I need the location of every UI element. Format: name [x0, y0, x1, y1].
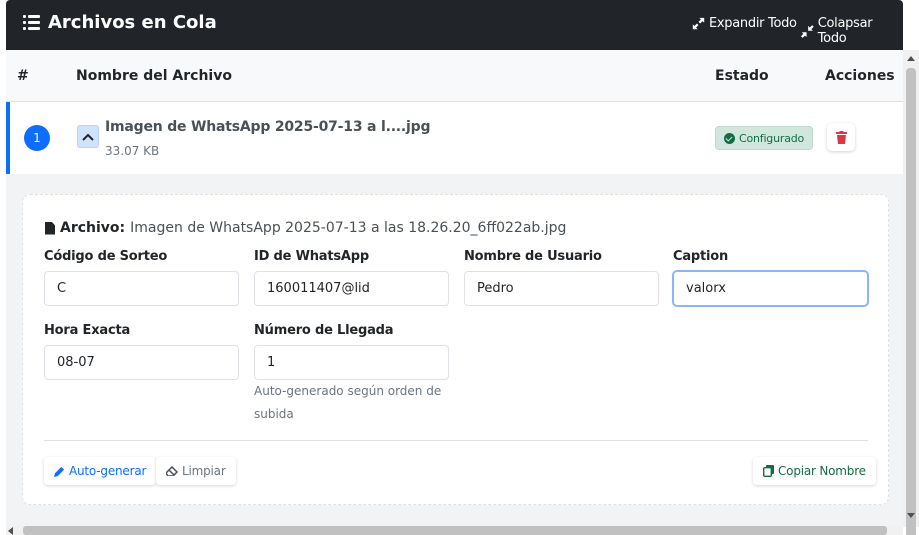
collapse-all-button[interactable]: Colapsar Todo: [801, 16, 903, 46]
horizontal-scrollbar[interactable]: [6, 526, 903, 535]
file-name: Imagen de WhatsApp 2025-07-13 a l....jpg: [105, 119, 431, 135]
row-number-badge: 1: [24, 125, 50, 151]
hora-exacta-label: Hora Exacta: [44, 323, 131, 338]
expand-icon: [692, 17, 705, 30]
status-badge: Configurado: [715, 126, 814, 150]
numero-llegada-help-line2: subida: [254, 407, 294, 421]
clear-button[interactable]: Limpiar: [156, 457, 236, 485]
nombre-usuario-input[interactable]: Pedro: [464, 271, 659, 306]
file-detail-card: Archivo: Imagen de WhatsApp 2025-07-13 a…: [22, 194, 889, 505]
file-full-name: Imagen de WhatsApp 2025-07-13 a las 18.2…: [130, 220, 567, 236]
vertical-scrollbar[interactable]: [903, 50, 919, 535]
id-whatsapp-input[interactable]: 160011407@lid: [254, 271, 449, 306]
clear-label: Limpiar: [182, 464, 226, 478]
caption-label: Caption: [673, 249, 729, 264]
auto-generate-label: Auto-generar: [69, 464, 147, 478]
expand-all-label: Expandir Todo: [709, 16, 797, 31]
numero-llegada-help-line1: Auto-generado según orden de: [254, 384, 442, 398]
column-actions: Acciones: [825, 68, 895, 84]
column-number: #: [17, 68, 29, 84]
collapse-all-label: Colapsar Todo: [817, 16, 873, 46]
copy-name-button[interactable]: Copiar Nombre: [753, 457, 876, 485]
vertical-scrollbar-thumb[interactable]: [906, 68, 916, 535]
list-icon: [23, 15, 40, 30]
copy-name-label: Copiar Nombre: [778, 464, 866, 478]
check-circle-icon: [724, 132, 735, 144]
file-info: Archivo: Imagen de WhatsApp 2025-07-13 a…: [45, 220, 566, 236]
scroll-left-arrow-icon[interactable]: [8, 527, 13, 535]
horizontal-scrollbar-thumb[interactable]: [23, 526, 887, 535]
header-title-group: Archivos en Cola: [23, 12, 217, 33]
scroll-down-arrow-icon[interactable]: [907, 513, 915, 518]
trash-icon: [835, 130, 847, 144]
queue-header: Archivos en Cola Expandir Todo Colapsar …: [6, 0, 903, 50]
file-size: 33.07 KB: [105, 144, 160, 158]
file-icon: [45, 221, 55, 235]
nombre-usuario-label: Nombre de Usuario: [464, 249, 602, 264]
numero-llegada-label: Número de Llegada: [254, 323, 394, 338]
delete-button[interactable]: [827, 123, 855, 151]
chevron-up-icon: [82, 133, 94, 141]
codigo-sorteo-label: Código de Sorteo: [44, 249, 168, 264]
numero-llegada-input[interactable]: 1: [254, 345, 449, 380]
scroll-up-arrow-icon[interactable]: [907, 56, 915, 61]
status-label: Configurado: [739, 131, 805, 145]
eraser-icon: [166, 466, 178, 476]
codigo-sorteo-input[interactable]: C: [44, 271, 239, 306]
copy-icon: [763, 465, 774, 477]
collapse-icon: [801, 24, 814, 38]
table-header: # Nombre del Archivo Estado Acciones: [6, 50, 903, 102]
column-file-name: Nombre del Archivo: [76, 68, 232, 84]
table-row[interactable]: 1 Imagen de WhatsApp 2025-07-13 a l....j…: [6, 102, 903, 174]
file-label: Archivo:: [60, 220, 126, 236]
caption-input[interactable]: valorx: [673, 271, 868, 306]
divider: [44, 440, 868, 441]
pencil-icon: [54, 466, 65, 477]
hora-exacta-input[interactable]: 08-07: [44, 345, 239, 380]
column-status: Estado: [715, 68, 769, 84]
page-title: Archivos en Cola: [48, 12, 217, 33]
auto-generate-button[interactable]: Auto-generar: [44, 457, 157, 485]
expand-all-button[interactable]: Expandir Todo: [692, 16, 797, 31]
toggle-details-button[interactable]: [77, 125, 99, 148]
id-whatsapp-label: ID de WhatsApp: [254, 249, 369, 264]
